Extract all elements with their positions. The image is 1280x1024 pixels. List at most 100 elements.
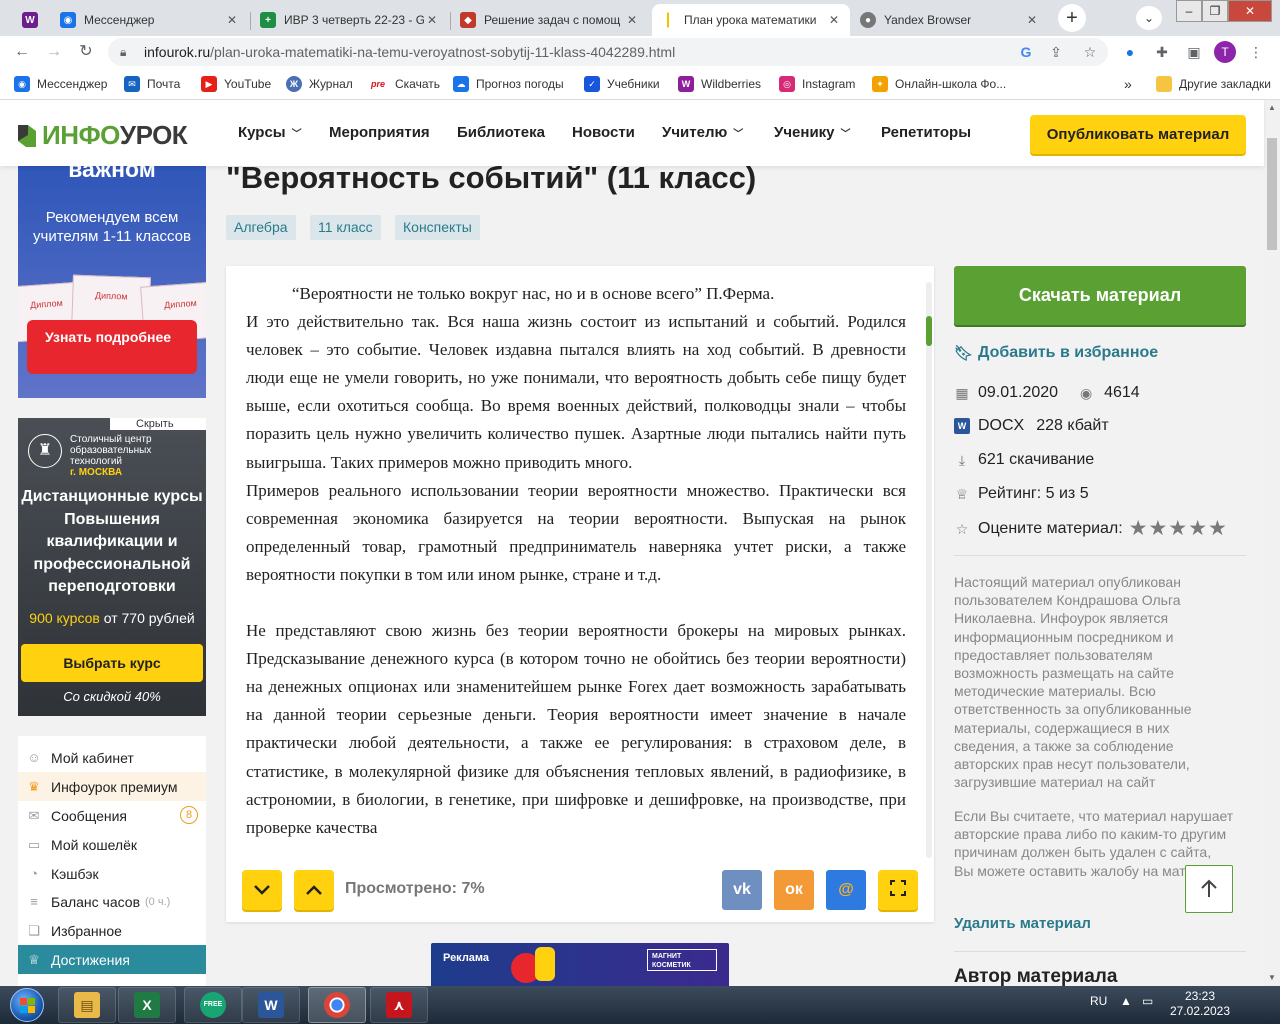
page-scroll-thumb[interactable] xyxy=(1267,138,1277,250)
menu-dots-icon[interactable]: ⋮ xyxy=(1246,42,1266,62)
nav-courses[interactable]: Курсы ﹀ xyxy=(238,124,302,141)
menu-messages[interactable]: ✉ Сообщения 8 xyxy=(18,801,206,830)
bookmark-youtube[interactable]: ▶ YouTube xyxy=(201,76,271,92)
more-bookmarks-button[interactable]: » xyxy=(1124,76,1132,92)
nav-tutors[interactable]: Репетиторы xyxy=(881,124,971,141)
menu-achievements[interactable]: ♕ Достижения xyxy=(18,945,206,974)
tab-solving-problems[interactable]: ◆ Решение задач с помощ ✕ xyxy=(452,4,648,36)
minimize-button[interactable]: – xyxy=(1176,0,1202,22)
show-hidden-icons-button[interactable]: ▲ xyxy=(1120,994,1132,1008)
banner-courses-ad[interactable]: Скрыть ♜ Столичный центр образовательных… xyxy=(18,418,206,716)
star-icon[interactable]: ★ xyxy=(1149,518,1168,539)
menu-premium[interactable]: ♛ Инфоурок премиум xyxy=(18,772,206,801)
banner-cosmetics-ad[interactable]: Реклама МАГНИТ КОСМЕТИК xyxy=(431,943,729,986)
bookmark-star-icon[interactable]: ☆ xyxy=(1080,42,1100,62)
learn-more-button[interactable]: Узнать подробнее xyxy=(27,320,197,374)
tab-messenger[interactable]: ◉ Мессенджер ✕ xyxy=(52,4,248,36)
tab-yandex-browser[interactable]: ● Yandex Browser ✕ xyxy=(852,4,1048,36)
bookmark-weather[interactable]: ☁ Прогноз погоды xyxy=(453,76,564,92)
google-translate-icon[interactable]: G xyxy=(1016,42,1036,62)
star-icon[interactable]: ★ xyxy=(1208,518,1227,539)
fullscreen-button[interactable] xyxy=(878,870,918,910)
nav-teacher[interactable]: Учителю ﹀ xyxy=(662,124,743,141)
address-bar[interactable]: 🔒︎ infourok.ru/plan-uroka-matematiki-na-… xyxy=(108,38,1108,66)
scroll-up-button[interactable] xyxy=(294,870,334,910)
tag-notes[interactable]: Конспекты xyxy=(395,215,480,240)
menu-favorites[interactable]: ❏ Избранное xyxy=(18,916,206,945)
taskbar-free-app[interactable]: FREE xyxy=(184,987,242,1023)
extension-circle-icon[interactable]: ● xyxy=(1120,42,1140,62)
viewer-scrollbar[interactable] xyxy=(926,282,932,858)
start-button[interactable] xyxy=(4,986,50,1024)
close-icon[interactable]: ✕ xyxy=(826,13,842,27)
add-to-favorites-link[interactable]: 🔖︎ Добавить в избранное xyxy=(954,344,1158,362)
taskbar-explorer[interactable]: ▤ xyxy=(58,987,116,1023)
taskbar-chrome[interactable]: ◉ xyxy=(308,987,366,1023)
star-icon[interactable]: ★ xyxy=(1168,518,1187,539)
bookmark-instagram[interactable]: ◎ Instagram xyxy=(779,76,855,92)
reload-button[interactable]: ↻ xyxy=(74,40,98,64)
new-tab-button[interactable]: + xyxy=(1058,4,1086,32)
taskbar-excel[interactable]: X xyxy=(118,987,176,1023)
scroll-down-arrow-icon[interactable]: ▼ xyxy=(1264,970,1280,986)
hide-ad-button[interactable]: Скрыть xyxy=(110,418,206,430)
infourok-logo[interactable]: ИНФО УРОК xyxy=(16,120,188,151)
menu-my-cabinet[interactable]: ☺ Мой кабинет xyxy=(18,743,206,772)
tag-grade[interactable]: 11 класс xyxy=(310,215,381,240)
menu-cashback[interactable]: ◔ Кэшбэк xyxy=(18,859,206,888)
scroll-to-top-button[interactable] xyxy=(1185,865,1233,913)
share-vk-button[interactable]: vk xyxy=(722,870,762,910)
share-mail-button[interactable]: @ xyxy=(826,870,866,910)
nav-student[interactable]: Ученику ﹀ xyxy=(774,124,851,141)
extensions-puzzle-icon[interactable]: ✚ xyxy=(1152,42,1172,62)
taskbar-pdf-reader[interactable]: ⋏ xyxy=(370,987,428,1023)
menu-wallet[interactable]: ▭ Мой кошелёк xyxy=(18,830,206,859)
taskbar-word[interactable]: W xyxy=(242,987,300,1023)
viewer-scroll-thumb[interactable] xyxy=(926,316,932,346)
scroll-up-arrow-icon[interactable]: ▲ xyxy=(1264,100,1280,116)
close-icon[interactable]: ✕ xyxy=(624,13,640,27)
tab-google-sheets[interactable]: + ИВР 3 четверть 22-23 - G ✕ xyxy=(252,4,448,36)
scroll-down-button[interactable] xyxy=(242,870,282,910)
other-bookmarks-folder[interactable]: Другие закладки xyxy=(1156,76,1271,92)
page-scrollbar[interactable]: ▲ ▼ xyxy=(1264,100,1280,986)
restore-button[interactable]: ❐ xyxy=(1202,0,1228,22)
tab-lesson-plan[interactable]: | План урока математики ✕ xyxy=(652,4,850,36)
close-window-button[interactable]: ✕ xyxy=(1228,0,1272,22)
bookmark-journal[interactable]: Ж Журнал xyxy=(286,76,353,92)
star-icon[interactable]: ★ xyxy=(1188,518,1207,539)
nav-library[interactable]: Библиотека xyxy=(457,124,545,141)
rating-stars[interactable]: ★ ★ ★ ★ ★ xyxy=(1129,518,1228,539)
delete-material-link[interactable]: Удалить материал xyxy=(954,915,1091,932)
tag-algebra[interactable]: Алгебра xyxy=(226,215,296,240)
profile-avatar[interactable]: T xyxy=(1214,41,1236,63)
star-icon[interactable]: ★ xyxy=(1129,518,1148,539)
share-ok-button[interactable]: ок xyxy=(774,870,814,910)
document-text[interactable]: “Вероятности не только вокруг нас, но и … xyxy=(246,280,906,856)
bookmark-download[interactable]: pre Скачать xyxy=(368,76,440,92)
tab-wildberries[interactable]: W xyxy=(14,4,46,36)
bookmark-mail[interactable]: ✉ Почта xyxy=(124,76,180,92)
choose-course-button[interactable]: Выбрать курс xyxy=(21,644,203,682)
nav-events[interactable]: Мероприятия xyxy=(329,124,430,141)
network-icon[interactable]: ▭ xyxy=(1142,994,1153,1008)
download-material-button[interactable]: Скачать материал xyxy=(954,266,1246,325)
tab-search-button[interactable]: ⌄ xyxy=(1136,6,1162,30)
forward-button[interactable]: → xyxy=(42,40,66,64)
close-icon[interactable]: ✕ xyxy=(424,13,440,27)
close-icon[interactable]: ✕ xyxy=(224,13,240,27)
side-panel-icon[interactable]: ▣ xyxy=(1184,42,1204,62)
publish-material-button[interactable]: Опубликовать материал xyxy=(1030,115,1246,154)
nav-news[interactable]: Новости xyxy=(572,124,635,141)
bookmark-textbooks[interactable]: ✓ Учебники xyxy=(584,76,660,92)
back-button[interactable]: ← xyxy=(10,40,34,64)
menu-hours-balance[interactable]: ≡ Баланс часов (0 ч.) xyxy=(18,887,206,916)
bookmark-wildberries[interactable]: W Wildberries xyxy=(678,76,761,92)
system-clock[interactable]: 23:23 27.02.2023 xyxy=(1168,989,1232,1019)
share-icon[interactable]: ⇪ xyxy=(1046,42,1066,62)
close-icon[interactable]: ✕ xyxy=(1024,13,1040,27)
banner-diploma-ad[interactable]: важном Рекомендуем всем учителям 1-11 кл… xyxy=(18,166,206,398)
language-indicator[interactable]: RU xyxy=(1090,994,1107,1008)
bookmark-messenger[interactable]: ◉ Мессенджер xyxy=(14,76,107,92)
bookmark-online-school[interactable]: ✦ Онлайн-школа Фо... xyxy=(872,76,1006,92)
